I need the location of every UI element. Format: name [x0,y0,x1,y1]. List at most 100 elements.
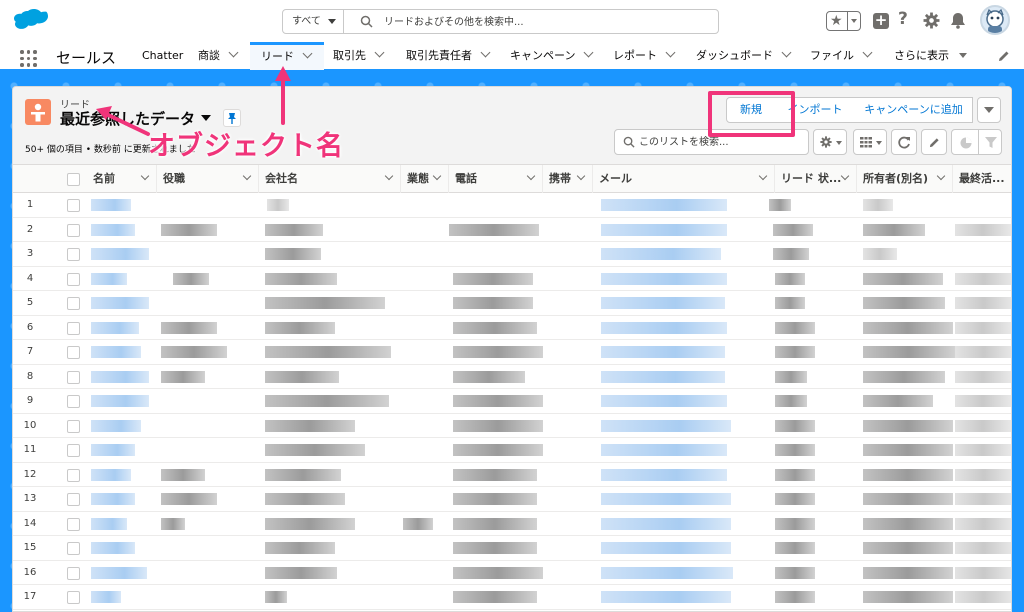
row-checkbox[interactable] [67,542,80,555]
redacted-link-cell[interactable] [601,542,731,554]
column-header-owner-alias[interactable]: 所有者(別名) [857,165,953,193]
redacted-link-cell[interactable] [601,517,731,530]
column-header-mobile[interactable]: 携帯 [543,165,593,193]
table-row[interactable]: 7 [13,340,1011,365]
tab-contacts[interactable]: 取引先責任者 [406,42,491,70]
chevron-down-icon[interactable] [242,171,252,181]
row-checkbox[interactable] [67,272,80,286]
avatar[interactable] [980,5,1010,35]
refresh-button[interactable] [891,129,917,155]
tab-opportunities[interactable]: 商談 [198,42,239,70]
table-row[interactable]: 16 [13,561,1011,585]
column-header-lead-status[interactable]: リード 状... [775,165,857,193]
chevron-down-icon[interactable] [584,47,594,58]
chevron-down-icon[interactable] [384,171,394,181]
table-row[interactable]: 3 [13,242,1011,267]
row-checkbox[interactable] [67,248,80,261]
redacted-link-cell[interactable] [91,297,149,309]
redacted-link-cell[interactable] [91,468,131,481]
redacted-link-cell[interactable] [91,272,127,285]
redacted-link-cell[interactable] [91,321,139,334]
table-row[interactable]: 10 [13,414,1011,438]
redacted-link-cell[interactable] [601,468,727,481]
redacted-link-cell[interactable] [601,199,727,211]
chevron-down-icon[interactable] [228,47,239,58]
row-checkbox[interactable] [67,517,80,531]
redacted-link-cell[interactable] [91,223,135,236]
row-checkbox[interactable] [67,199,80,212]
list-search-input[interactable] [639,135,799,150]
redacted-link-cell[interactable] [601,493,731,505]
redacted-link-cell[interactable] [91,493,135,505]
global-search-input[interactable] [384,13,704,31]
chevron-down-icon[interactable] [432,171,442,181]
list-view-picker-caret-icon[interactable] [201,115,211,121]
redacted-link-cell[interactable] [601,370,725,383]
bell-icon[interactable] [950,12,966,29]
row-checkbox[interactable] [67,444,80,457]
column-header-title[interactable]: 役職 [157,165,259,193]
salesforce-logo[interactable] [14,8,48,32]
charts-button[interactable] [951,129,979,155]
row-checkbox[interactable] [67,321,80,335]
tab-dashboards[interactable]: ダッシュボード [696,42,792,70]
row-checkbox[interactable] [67,370,80,384]
redacted-link-cell[interactable] [601,444,727,456]
redacted-link-cell[interactable] [91,199,131,211]
row-checkbox[interactable] [67,395,80,408]
tab-campaigns[interactable]: キャンペーン [510,42,594,70]
inline-edit-button[interactable] [921,129,947,155]
redacted-link-cell[interactable] [601,566,733,579]
table-row[interactable]: 6 [13,316,1011,340]
row-checkbox[interactable] [67,468,80,482]
redacted-link-cell[interactable] [91,370,149,383]
table-row[interactable]: 5 [13,291,1011,316]
column-header-email[interactable]: メール [593,165,775,193]
display-as-button[interactable] [853,129,887,155]
redacted-link-cell[interactable] [601,248,721,260]
chevron-down-icon[interactable] [840,171,850,181]
redacted-link-cell[interactable] [91,591,121,603]
redacted-link-cell[interactable] [601,321,727,334]
column-header-phone[interactable]: 電話 [449,165,543,193]
column-header-company[interactable]: 会社名 [259,165,401,193]
more-actions-button[interactable] [977,97,1001,123]
chevron-down-icon[interactable] [665,47,676,58]
global-actions-plus-icon[interactable]: + [873,13,889,29]
column-header-last-activity[interactable]: 最終活... [953,165,1011,193]
tab-leads[interactable]: リード [250,42,324,70]
global-search[interactable] [343,9,719,34]
search-scope-dropdown[interactable]: すべて [282,9,344,34]
redacted-link-cell[interactable] [91,517,127,530]
redacted-link-cell[interactable] [601,297,725,309]
column-header-name[interactable]: 名前 [87,165,157,193]
gear-icon[interactable] [923,12,940,29]
chevron-down-icon[interactable] [140,171,150,181]
chevron-down-icon[interactable] [374,47,385,58]
caret-down-icon[interactable] [851,19,857,23]
row-checkbox[interactable] [67,223,80,237]
tab-reports[interactable]: レポート [613,42,676,70]
table-row[interactable]: 12 [13,463,1011,487]
app-launcher-icon[interactable] [20,50,37,67]
table-row[interactable]: 9 [13,389,1011,414]
table-row[interactable]: 15 [13,536,1011,561]
redacted-link-cell[interactable] [601,223,727,236]
redacted-link-cell[interactable] [91,542,135,554]
filters-button[interactable] [978,129,1002,155]
favorites-button[interactable]: ★ [826,11,861,31]
tab-accounts[interactable]: 取引先 [333,42,385,70]
chevron-down-icon[interactable] [758,171,768,181]
row-checkbox[interactable] [67,591,80,604]
column-header-industry[interactable]: 業態 [401,165,449,193]
row-checkbox[interactable] [67,346,80,359]
chevron-down-icon[interactable] [862,47,873,58]
redacted-link-cell[interactable] [91,346,141,358]
row-checkbox[interactable] [67,297,80,310]
help-icon[interactable]: ? [898,9,908,29]
edit-nav-pencil-icon[interactable] [998,50,1010,62]
chevron-down-icon[interactable] [781,47,792,58]
redacted-link-cell[interactable] [91,248,149,260]
redacted-link-cell[interactable] [601,419,731,432]
row-checkbox[interactable] [67,566,80,580]
